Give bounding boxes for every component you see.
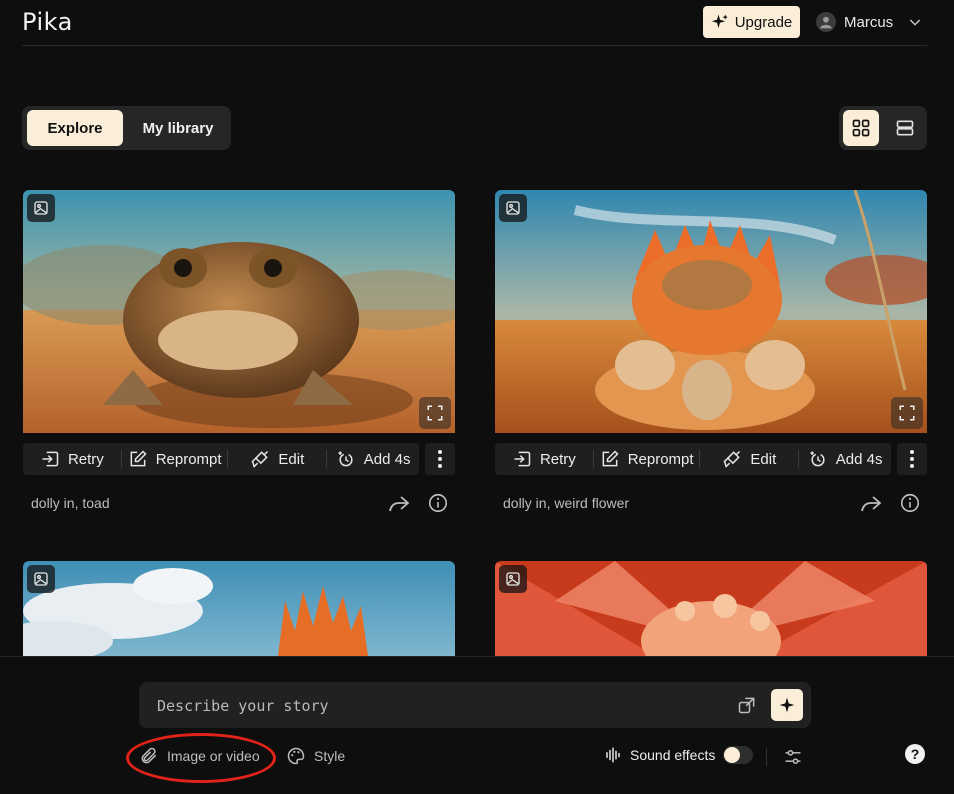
brush-icon xyxy=(724,450,741,468)
add-label: Add 4s xyxy=(363,450,411,468)
pencil-square-icon xyxy=(602,450,619,467)
more-options-button[interactable] xyxy=(897,443,927,475)
timer-add-icon xyxy=(810,451,825,467)
annotation-highlight-circle xyxy=(126,733,276,783)
user-name: Marcus xyxy=(844,13,894,31)
reprompt-button[interactable]: Reprompt xyxy=(594,443,700,475)
reprompt-label: Reprompt xyxy=(155,450,222,468)
help-button[interactable]: ? xyxy=(905,744,925,764)
avatar xyxy=(816,12,836,32)
share-icon[interactable] xyxy=(387,492,411,516)
video-thumbnail-toad[interactable] xyxy=(23,190,455,433)
library-tabs: Explore My library xyxy=(22,106,231,150)
sparkle-icon xyxy=(779,697,795,713)
view-toggle xyxy=(839,106,927,150)
settings-sliders-icon[interactable] xyxy=(783,747,803,767)
add-label: Add 4s xyxy=(835,450,883,468)
story-input[interactable] xyxy=(155,694,719,718)
sound-effects-label: Sound effects xyxy=(630,747,716,763)
list-view-icon xyxy=(896,120,914,136)
pencil-square-icon xyxy=(130,450,147,467)
image-source-badge xyxy=(27,194,55,222)
tab-explore[interactable]: Explore xyxy=(27,110,123,146)
weird-flower-image xyxy=(495,190,927,433)
info-icon[interactable] xyxy=(427,492,449,514)
list-view-button[interactable] xyxy=(887,110,923,146)
fullscreen-button[interactable] xyxy=(419,397,451,429)
divider xyxy=(766,748,767,766)
video-thumbnail-cactus[interactable] xyxy=(23,561,455,656)
reprompt-button[interactable]: Reprompt xyxy=(122,443,228,475)
image-icon xyxy=(506,572,520,586)
image-icon xyxy=(34,201,48,215)
toad-image xyxy=(23,190,455,433)
retry-button[interactable]: Retry xyxy=(495,443,593,475)
more-options-button[interactable] xyxy=(425,443,455,475)
pika-logo[interactable]: Pika xyxy=(22,8,73,36)
image-source-badge xyxy=(27,565,55,593)
image-source-badge xyxy=(499,565,527,593)
style-button[interactable]: Style xyxy=(286,746,345,766)
share-icon[interactable] xyxy=(859,492,883,516)
sound-wave-icon xyxy=(606,747,620,763)
timer-add-icon xyxy=(338,451,353,467)
retry-label: Retry xyxy=(539,450,576,468)
header-divider xyxy=(22,45,927,46)
red-flower-image xyxy=(495,561,927,656)
image-icon xyxy=(506,201,520,215)
tab-my-library[interactable]: My library xyxy=(130,110,226,146)
kebab-icon xyxy=(438,450,442,468)
grid-icon xyxy=(852,119,870,137)
fullscreen-button[interactable] xyxy=(891,397,923,429)
info-icon[interactable] xyxy=(899,492,921,514)
palette-icon xyxy=(287,747,305,765)
enhance-prompt-icon[interactable] xyxy=(737,695,757,715)
edit-button[interactable]: Edit xyxy=(700,443,798,475)
sound-effects-control: Sound effects xyxy=(604,746,754,764)
edit-label: Edit xyxy=(278,450,305,468)
prompt-box xyxy=(139,682,811,728)
expand-icon xyxy=(427,405,443,421)
style-label: Style xyxy=(314,748,346,764)
card-caption: dolly in, toad xyxy=(31,495,110,511)
retry-icon xyxy=(514,451,531,467)
action-bar: Retry Reprompt Edit Add 4s xyxy=(495,443,891,475)
sound-effects-toggle[interactable] xyxy=(723,746,754,764)
edit-button[interactable]: Edit xyxy=(228,443,326,475)
cactus-flower-image xyxy=(23,561,455,656)
card-caption: dolly in, weird flower xyxy=(503,495,630,511)
add-4s-button[interactable]: Add 4s xyxy=(327,443,419,475)
image-source-badge xyxy=(499,194,527,222)
retry-icon xyxy=(42,451,59,467)
upgrade-label: Upgrade xyxy=(734,13,793,31)
reprompt-label: Reprompt xyxy=(627,450,694,468)
video-card: Retry Reprompt Edit Add 4s dolly in, toa… xyxy=(23,190,455,513)
edit-label: Edit xyxy=(750,450,777,468)
retry-button[interactable]: Retry xyxy=(23,443,121,475)
video-thumbnail-flower[interactable] xyxy=(495,190,927,433)
toggle-knob xyxy=(724,747,741,763)
grid-view-button[interactable] xyxy=(843,110,879,146)
add-4s-button[interactable]: Add 4s xyxy=(799,443,891,475)
retry-label: Retry xyxy=(67,450,104,468)
chevron-down-icon xyxy=(910,19,921,26)
expand-icon xyxy=(899,405,915,421)
user-icon xyxy=(820,16,832,29)
brush-icon xyxy=(252,450,269,468)
user-menu[interactable]: Marcus xyxy=(816,11,923,33)
video-card: Retry Reprompt Edit Add 4s dolly in, wei… xyxy=(495,190,927,513)
upgrade-button[interactable]: Upgrade xyxy=(703,6,800,38)
image-icon xyxy=(34,572,48,586)
video-thumbnail-red-flower[interactable] xyxy=(495,561,927,656)
generate-button[interactable] xyxy=(771,689,803,721)
action-bar: Retry Reprompt Edit Add 4s xyxy=(23,443,419,475)
sparkle-icon xyxy=(711,14,728,28)
kebab-icon xyxy=(910,450,914,468)
